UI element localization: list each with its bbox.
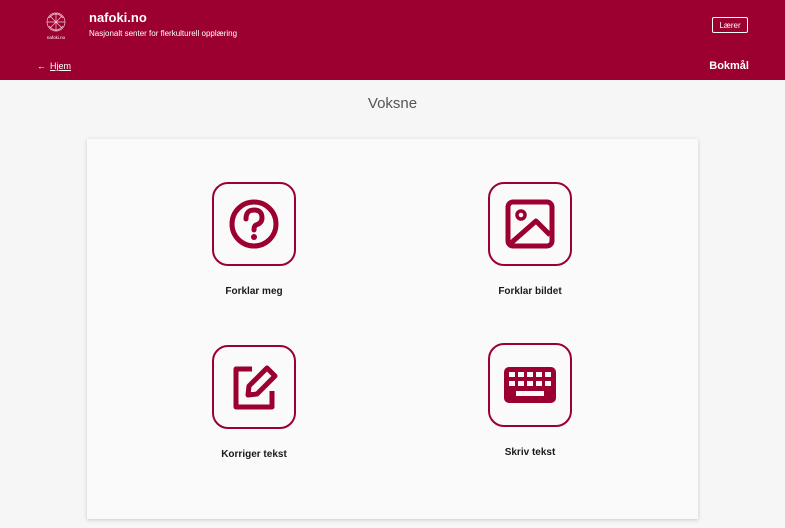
- tile-korriger-tekst[interactable]: Korriger tekst: [174, 345, 334, 460]
- back-link[interactable]: ← Hjem: [37, 61, 71, 71]
- brand-subtitle: Nasjonalt senter for flerkulturell opplæ…: [89, 29, 238, 38]
- back-link-label: Hjem: [50, 61, 72, 71]
- svg-text:nafoki.no: nafoki.no: [47, 35, 66, 40]
- logo-icon[interactable]: nafoki.no: [37, 8, 75, 42]
- keyboard-icon: [488, 343, 572, 427]
- edit-icon: [212, 345, 296, 429]
- role-button[interactable]: Lærer: [712, 17, 748, 33]
- tile-forklar-meg[interactable]: Forklar meg: [174, 182, 334, 297]
- tile-forklar-bildet[interactable]: Forklar bildet: [450, 182, 610, 297]
- question-icon: [212, 182, 296, 266]
- top-header: nafoki.no nafoki.no Nasjonalt senter for…: [0, 0, 785, 80]
- tile-card: Forklar meg Forklar bildet Korriger teks…: [87, 139, 698, 519]
- arrow-left-icon: ←: [37, 61, 46, 71]
- tile-label: Forklar meg: [225, 286, 283, 297]
- tile-label: Forklar bildet: [498, 286, 562, 297]
- tile-label: Skriv tekst: [504, 447, 556, 458]
- page-title: Voksne: [367, 95, 418, 112]
- brand-name[interactable]: nafoki.no: [89, 10, 147, 25]
- image-icon: [488, 182, 572, 266]
- tile-skriv-tekst[interactable]: Skriv tekst: [450, 343, 610, 458]
- language-selector[interactable]: Bokmål: [709, 60, 749, 72]
- tile-label: Korriger tekst: [221, 449, 287, 460]
